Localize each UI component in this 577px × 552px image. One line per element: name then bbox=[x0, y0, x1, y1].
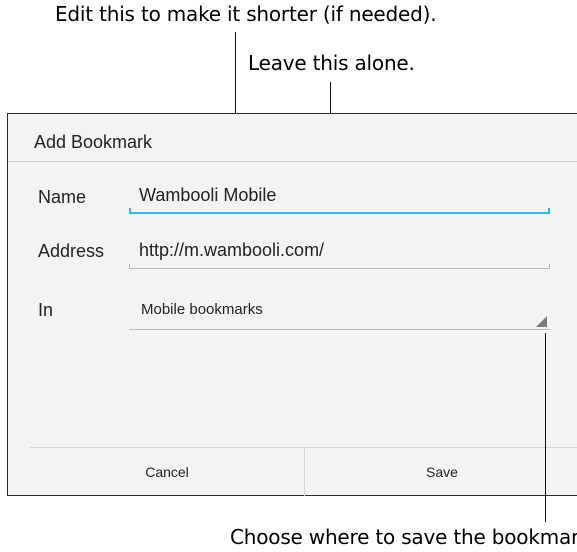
dropdown-underline bbox=[129, 329, 550, 330]
name-input[interactable] bbox=[129, 180, 550, 210]
annotation-folder: Choose where to save the bookmark bbox=[230, 525, 577, 549]
add-bookmark-dialog: Add Bookmark Name Address In Mobile book… bbox=[7, 113, 577, 496]
bookmark-folder-dropdown[interactable]: Mobile bookmarks bbox=[129, 290, 550, 330]
address-input[interactable] bbox=[129, 235, 550, 265]
bookmark-folder-selected-value: Mobile bookmarks bbox=[141, 301, 263, 318]
dropdown-triangle-icon bbox=[536, 316, 547, 327]
annotation-edit-name: Edit this to make it shorter (if needed)… bbox=[55, 2, 437, 26]
name-focus-underline bbox=[129, 208, 550, 214]
callout-line-folder bbox=[545, 333, 546, 522]
address-field[interactable] bbox=[129, 235, 550, 269]
save-button[interactable]: Save bbox=[305, 448, 577, 496]
cancel-button[interactable]: Cancel bbox=[30, 448, 305, 496]
address-underline bbox=[129, 264, 550, 269]
annotation-address: Leave this alone. bbox=[248, 51, 415, 75]
address-label: Address bbox=[38, 241, 105, 261]
dialog-button-bar: Cancel Save bbox=[30, 447, 577, 496]
name-label: Name bbox=[38, 187, 87, 207]
in-label: In bbox=[38, 300, 54, 320]
name-field[interactable] bbox=[129, 180, 550, 214]
dialog-title: Add Bookmark bbox=[34, 132, 153, 152]
title-divider bbox=[8, 161, 577, 162]
